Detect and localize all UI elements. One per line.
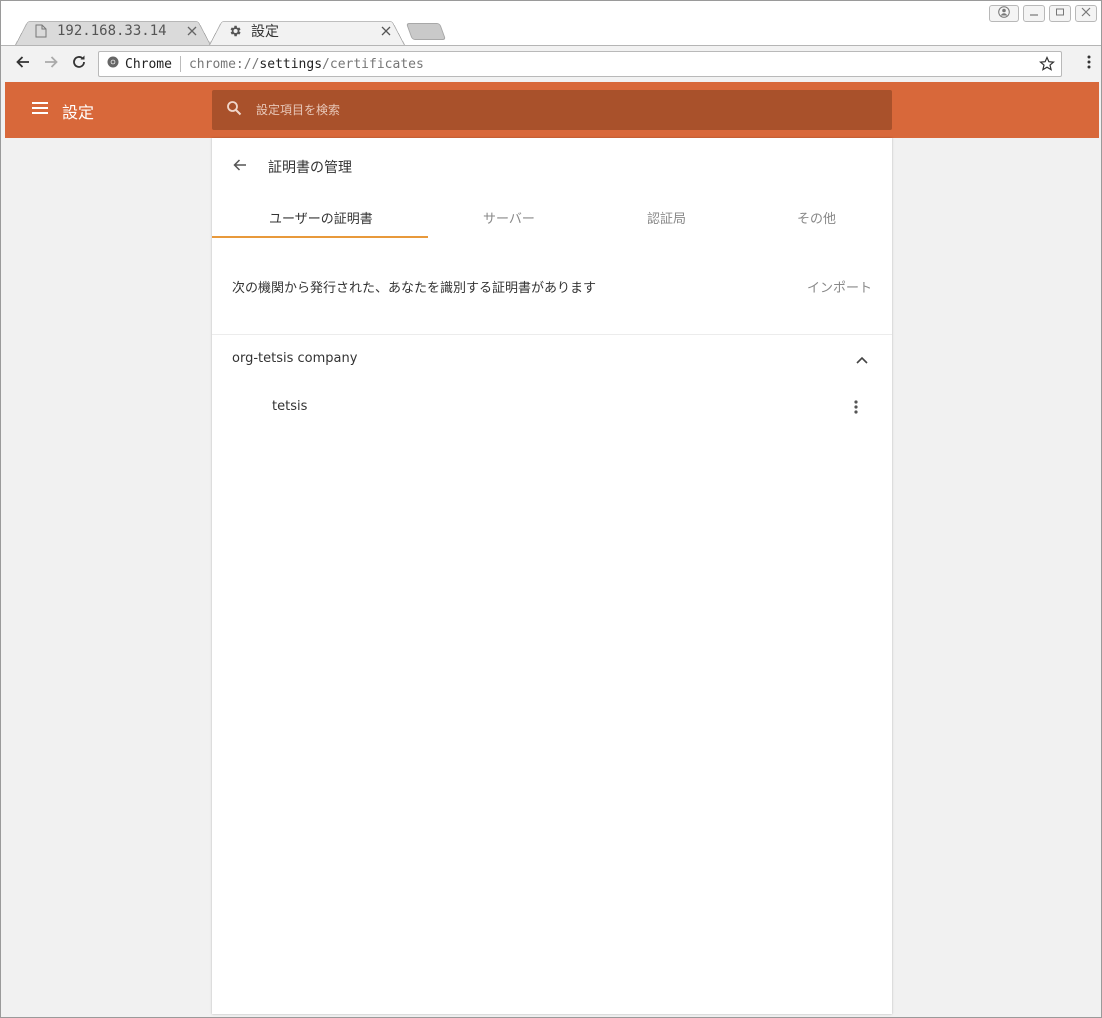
minimize-icon	[1029, 6, 1039, 21]
description-text: 次の機関から発行された、あなたを識別する証明書があります	[232, 281, 597, 296]
organization-name: org-tetsis company	[232, 351, 358, 366]
import-button[interactable]: インポート	[807, 277, 872, 296]
certificate-name: tetsis	[272, 399, 308, 414]
certificate-tabs: ユーザーの証明書 サーバー 認証局 その他	[212, 200, 892, 238]
chip-divider	[179, 56, 181, 72]
tab-title: 設定	[251, 23, 279, 40]
minimize-button[interactable]	[1023, 5, 1045, 22]
person-icon	[998, 5, 1010, 22]
url-path: /certificates	[322, 56, 424, 72]
url-host: settings	[259, 56, 323, 72]
certificates-card: 証明書の管理 ユーザーの証明書 サーバー 認証局 その他 次の機関から発行された…	[212, 138, 892, 1014]
tab-title: 192.168.33.14	[57, 22, 167, 39]
arrow-left-icon[interactable]	[232, 157, 248, 177]
gear-icon	[227, 23, 243, 39]
search-box[interactable]	[212, 90, 892, 130]
more-vert-icon[interactable]	[854, 399, 858, 419]
new-tab-button[interactable]	[405, 23, 447, 40]
tab-settings[interactable]: 設定	[209, 16, 405, 45]
security-chip: Chrome	[125, 56, 172, 72]
forward-button[interactable]	[37, 50, 65, 78]
divider	[212, 334, 892, 335]
reload-button[interactable]	[65, 50, 93, 78]
tab-user-certificates[interactable]: ユーザーの証明書	[269, 208, 373, 227]
address-bar[interactable]: Chrome chrome://settings/certificates	[98, 51, 1062, 77]
tab-authorities[interactable]: 認証局	[647, 208, 686, 227]
chevron-up-icon[interactable]	[856, 353, 868, 368]
tab-indicator	[212, 236, 428, 238]
profile-button[interactable]	[989, 5, 1019, 22]
close-icon[interactable]	[185, 24, 199, 38]
settings-header: 設定	[5, 82, 1099, 138]
close-icon[interactable]	[379, 24, 393, 38]
url-text[interactable]: chrome://settings/certificates	[189, 57, 424, 72]
close-icon	[1081, 6, 1091, 21]
url-prefix: chrome://	[188, 56, 260, 72]
tab-strip: 192.168.33.14 設定	[1, 1, 1101, 45]
chrome-icon	[107, 56, 119, 72]
bookmark-star-icon[interactable]	[1039, 56, 1055, 76]
maximize-icon	[1055, 6, 1065, 21]
back-button[interactable]	[9, 50, 37, 78]
tab-others[interactable]: その他	[797, 208, 836, 227]
close-window-button[interactable]	[1075, 5, 1097, 22]
arrow-right-icon	[43, 54, 59, 74]
browser-toolbar: Chrome chrome://settings/certificates	[1, 45, 1101, 81]
tab-ip-address[interactable]: 192.168.33.14	[15, 16, 211, 45]
more-vert-icon[interactable]	[1087, 54, 1091, 74]
search-input[interactable]	[256, 103, 856, 117]
window-controls	[989, 5, 1097, 22]
reload-icon	[71, 54, 87, 74]
menu-icon[interactable]	[31, 101, 49, 119]
page-title: 証明書の管理	[268, 160, 352, 176]
maximize-button[interactable]	[1049, 5, 1071, 22]
settings-title: 設定	[62, 103, 95, 122]
arrow-left-icon	[15, 54, 31, 74]
tab-servers[interactable]: サーバー	[483, 208, 535, 227]
search-icon	[226, 100, 242, 120]
browser-window: 192.168.33.14 設定 Chrome chrome://setting…	[0, 0, 1102, 1018]
page-icon	[33, 23, 49, 39]
